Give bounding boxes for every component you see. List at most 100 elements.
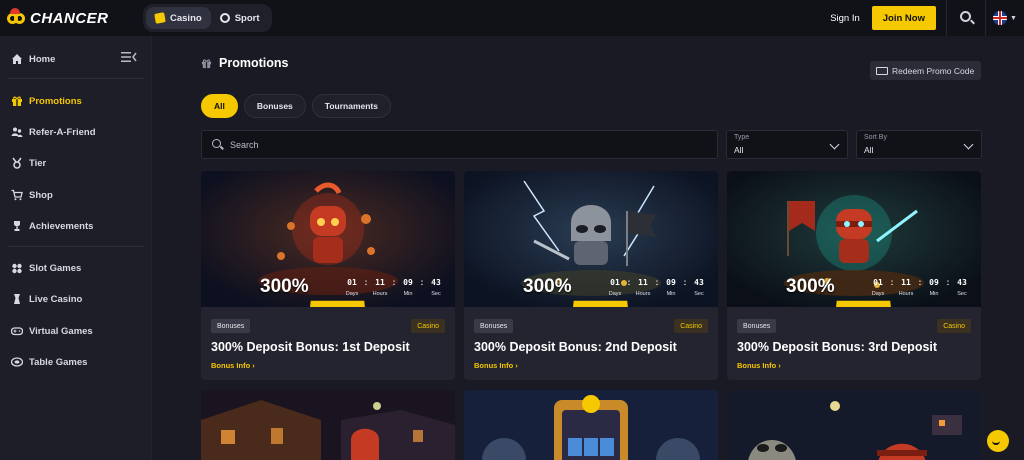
category-badge: Casino — [674, 319, 708, 333]
sidebar-item-promotions[interactable]: Promotions — [0, 89, 152, 113]
live-chat-button[interactable] — [987, 430, 1009, 452]
promo-card[interactable] — [464, 390, 718, 460]
timer-separator: : — [392, 278, 396, 287]
sidebar-item-shop[interactable]: Shop — [0, 183, 152, 207]
sidebar-item-label: Table Games — [29, 356, 88, 368]
type-select[interactable]: Type All — [726, 130, 848, 159]
sidebar-item-label: Virtual Games — [29, 325, 93, 337]
type-select-label: Type — [734, 134, 750, 141]
promo-title: 300% Deposit Bonus: 1st Deposit — [211, 340, 410, 354]
chevron-right-icon: › — [778, 361, 781, 370]
promo-card[interactable]: 300% 01 Days : 11 Hours : 09 Min : 43 Sec Bo… — [464, 171, 718, 380]
search-icon[interactable] — [947, 0, 985, 36]
top-bar: CHANCER Casino Sport Sign In Join Now ▼ — [0, 0, 1024, 36]
timer-separator: : — [946, 278, 950, 287]
join-now-button[interactable]: Join Now — [871, 6, 936, 30]
timer-min-label: Min — [403, 291, 413, 297]
promo-banner-image: 300% 01 Days : 11 Hours : 09 Min : 43 Sec — [727, 171, 981, 307]
cart-icon — [11, 189, 23, 201]
logo[interactable]: CHANCER — [7, 8, 143, 27]
bonus-info-link[interactable]: Bonus Info › — [737, 361, 781, 370]
timer-separator: : — [918, 278, 922, 287]
home-icon — [11, 53, 23, 65]
search-input[interactable]: Search — [201, 130, 718, 159]
dealer-icon — [11, 293, 23, 305]
sidebar-item-label: Slot Games — [29, 262, 82, 274]
timer-days-label: Days — [871, 291, 885, 297]
timer-hours-label: Hours — [635, 291, 651, 297]
timer-hours: 11 — [638, 278, 648, 287]
promo-banner-image: 300% 01 Days : 11 Hours : 09 Min : 43 Sec — [464, 171, 718, 307]
timer-hours-label: Hours — [898, 291, 914, 297]
sidebar-item-label: Shop — [29, 189, 53, 201]
sort-select[interactable]: Sort By All — [856, 130, 982, 159]
bonus-info-link[interactable]: Bonus Info › — [211, 361, 255, 370]
timer-separator: : — [655, 278, 659, 287]
casino-mode-label: Casino — [170, 12, 202, 24]
filter-all[interactable]: All — [201, 94, 238, 118]
gamepad-icon — [11, 325, 23, 337]
sidebar-item-slot-games[interactable]: Slot Games — [0, 256, 152, 280]
chip-icon — [11, 356, 23, 368]
timer-days-label: Days — [345, 291, 359, 297]
filter-tournaments[interactable]: Tournaments — [311, 94, 391, 118]
promo-title: 300% Deposit Bonus: 3rd Deposit — [737, 340, 938, 354]
timer-min: 09 — [929, 278, 939, 287]
timer-separator: : — [683, 278, 687, 287]
bonus-percent: 300% — [523, 276, 572, 297]
timer-min: 09 — [403, 278, 413, 287]
redeem-promo-code-button[interactable]: Redeem Promo Code — [870, 61, 981, 80]
sidebar-item-achievements[interactable]: Achievements — [0, 214, 152, 238]
promo-card[interactable] — [201, 390, 455, 460]
timer-hours: 11 — [375, 278, 385, 287]
sidebar-item-refer-a-friend[interactable]: Refer-A-Friend — [0, 120, 152, 144]
promo-banner-image — [464, 390, 718, 460]
timer-sec-label: Sec — [694, 291, 704, 297]
promo-card[interactable] — [727, 390, 981, 460]
language-selector[interactable]: ▼ — [986, 0, 1024, 36]
timer-hours-label: Hours — [372, 291, 388, 297]
promo-banner-image — [201, 390, 455, 460]
filter-chips: All Bonuses Tournaments — [201, 94, 391, 118]
page-title-text: Promotions — [219, 56, 289, 70]
type-select-value: All — [734, 145, 744, 155]
main-content: Promotions Redeem Promo Code All Bonuses… — [153, 36, 1024, 460]
trophy-icon — [11, 220, 23, 232]
gift-icon — [201, 58, 212, 68]
sidebar-item-label: Live Casino — [29, 293, 83, 305]
uk-flag-icon — [993, 11, 1008, 25]
sign-in-link[interactable]: Sign In — [830, 13, 860, 24]
countdown-timer: 01 Days : 11 Hours : 09 Min : 43 Sec — [606, 278, 708, 297]
promo-banner-image — [727, 390, 981, 460]
divider — [8, 78, 144, 79]
promo-card[interactable]: 300% 01 Days : 11 Hours : 09 Min : 43 Sec Bo… — [201, 171, 455, 380]
sidebar-item-virtual-games[interactable]: Virtual Games — [0, 319, 152, 343]
casino-mode-button[interactable]: Casino — [146, 7, 211, 29]
timer-days-label: Days — [608, 291, 622, 297]
sidebar-item-tier[interactable]: Tier — [0, 151, 152, 175]
timer-sec-label: Sec — [431, 291, 441, 297]
sidebar-item-table-games[interactable]: Table Games — [0, 350, 152, 374]
ticket-icon — [876, 66, 888, 75]
bonus-info-link[interactable]: Bonus Info › — [474, 361, 518, 370]
sidebar-item-live-casino[interactable]: Live Casino — [0, 287, 152, 311]
redeem-label: Redeem Promo Code — [892, 65, 975, 76]
category-badge: Casino — [937, 319, 971, 333]
timer-days: 01 — [873, 278, 883, 287]
countdown-timer: 01 Days : 11 Hours : 09 Min : 43 Sec — [343, 278, 445, 297]
timer-min: 09 — [666, 278, 676, 287]
sort-select-value: All — [864, 145, 874, 155]
promo-card[interactable]: 300% 01 Days : 11 Hours : 09 Min : 43 Sec Bo… — [727, 171, 981, 380]
filter-bonuses[interactable]: Bonuses — [243, 94, 306, 118]
timer-separator: : — [420, 278, 424, 287]
promo-banner-image: 300% 01 Days : 11 Hours : 09 Min : 43 Sec — [201, 171, 455, 307]
sidebar-item-label: Home — [29, 53, 56, 65]
chevron-right-icon: › — [252, 361, 255, 370]
timer-days: 01 — [610, 278, 620, 287]
sidebar-item-home[interactable]: Home — [0, 47, 152, 71]
sport-mode-button[interactable]: Sport — [211, 7, 269, 29]
chevron-down-icon — [963, 139, 974, 150]
users-icon — [11, 126, 23, 138]
sidebar-item-label: Achievements — [29, 220, 94, 232]
bonus-percent: 300% — [786, 276, 835, 297]
